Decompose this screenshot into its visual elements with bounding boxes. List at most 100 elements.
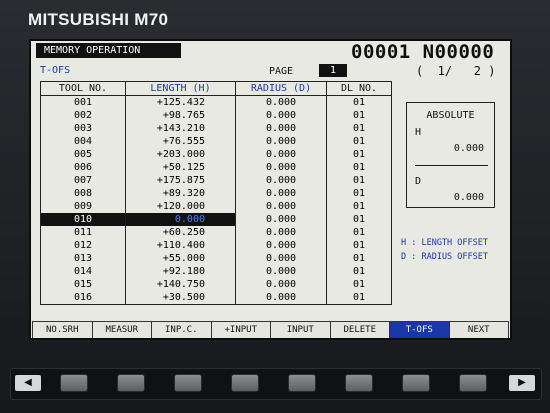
table-row[interactable]: 002 +98.765 0.000 01 xyxy=(40,109,392,122)
table-row[interactable]: 007 +175.875 0.000 01 xyxy=(40,174,392,187)
table-row[interactable]: 001 +125.432 0.000 01 xyxy=(40,95,392,109)
table-row[interactable]: 015 +140.750 0.000 01 xyxy=(40,278,392,291)
tool-no-cell: 003 xyxy=(40,122,126,135)
absolute-h-value: 0.000 xyxy=(453,143,484,154)
length-cell[interactable]: +76.555 xyxy=(125,135,236,148)
header-length: LENGTH (H) xyxy=(125,81,236,96)
softkey-inp-c[interactable]: INP.C. xyxy=(151,321,211,338)
length-cell[interactable]: +92.180 xyxy=(125,265,236,278)
radius-cell: 0.000 xyxy=(235,161,327,174)
brand-logo: MITSUBISHI M70 xyxy=(28,10,169,29)
hardkey-row: ◀ ▶ xyxy=(10,368,542,400)
page-label: PAGE xyxy=(269,66,294,77)
cnc-bezel: MITSUBISHI M70 MEMORY OPERATION 00001 N0… xyxy=(0,0,550,413)
absolute-h-label: H xyxy=(415,127,422,138)
dl-no-cell: 01 xyxy=(326,148,392,161)
tool-no-cell: 011 xyxy=(40,226,126,239)
radius-cell: 0.000 xyxy=(235,226,327,239)
tool-no-cell: 013 xyxy=(40,252,126,265)
softkey-t-ofs[interactable]: T-OFS xyxy=(389,321,449,338)
function-key[interactable] xyxy=(459,374,487,392)
length-cell[interactable]: +175.875 xyxy=(125,174,236,187)
table-row[interactable]: 014 +92.180 0.000 01 xyxy=(40,265,392,278)
softkey-no-srh[interactable]: NO.SRH xyxy=(32,321,92,338)
length-cell[interactable]: +50.125 xyxy=(125,161,236,174)
radius-cell: 0.000 xyxy=(235,252,327,265)
radius-cell: 0.000 xyxy=(235,278,327,291)
softkey-measur[interactable]: MEASUR xyxy=(91,321,151,338)
length-cell[interactable]: 0.000 xyxy=(125,213,236,226)
length-cell[interactable]: +30.500 xyxy=(125,291,236,305)
operation-mode: MEMORY OPERATION xyxy=(36,43,181,58)
legend-length-offset: H : LENGTH OFFSET xyxy=(401,238,488,248)
length-cell[interactable]: +120.000 xyxy=(125,200,236,213)
length-cell[interactable]: +140.750 xyxy=(125,278,236,291)
radius-cell: 0.000 xyxy=(235,148,327,161)
softkey-input[interactable]: +INPUT xyxy=(210,321,270,338)
softkey-delete[interactable]: DELETE xyxy=(329,321,389,338)
radius-cell: 0.000 xyxy=(235,174,327,187)
length-cell[interactable]: +89.320 xyxy=(125,187,236,200)
radius-cell: 0.000 xyxy=(235,200,327,213)
table-row[interactable]: 008 +89.320 0.000 01 xyxy=(40,187,392,200)
table-row[interactable]: 009 +120.000 0.000 01 xyxy=(40,200,392,213)
dl-no-cell: 01 xyxy=(326,200,392,213)
tool-offset-table: TOOL NO. LENGTH (H) RADIUS (D) DL NO. 00… xyxy=(40,81,392,305)
absolute-d-value: 0.000 xyxy=(453,192,484,203)
function-key[interactable] xyxy=(288,374,316,392)
table-row[interactable]: 016 +30.500 0.000 01 xyxy=(40,291,392,305)
table-row[interactable]: 004 +76.555 0.000 01 xyxy=(40,135,392,148)
cnc-screen: MEMORY OPERATION 00001 N00000 T-OFS PAGE… xyxy=(29,39,512,340)
length-cell[interactable]: +125.432 xyxy=(125,95,236,109)
length-cell[interactable]: +143.210 xyxy=(125,122,236,135)
length-cell[interactable]: +110.400 xyxy=(125,239,236,252)
radius-cell: 0.000 xyxy=(235,122,327,135)
header-tool-no: TOOL NO. xyxy=(40,81,126,96)
absolute-title: ABSOLUTE xyxy=(426,110,475,121)
radius-cell: 0.000 xyxy=(235,95,327,109)
tool-no-cell: 015 xyxy=(40,278,126,291)
dl-no-cell: 01 xyxy=(326,161,392,174)
table-header-row: TOOL NO. LENGTH (H) RADIUS (D) DL NO. xyxy=(40,81,392,96)
header-dl-no: DL NO. xyxy=(326,81,392,96)
table-row[interactable]: 013 +55.000 0.000 01 xyxy=(40,252,392,265)
table-row[interactable]: 006 +50.125 0.000 01 xyxy=(40,161,392,174)
function-key[interactable] xyxy=(117,374,145,392)
tool-no-cell: 014 xyxy=(40,265,126,278)
radius-cell: 0.000 xyxy=(235,109,327,122)
function-key[interactable] xyxy=(174,374,202,392)
length-cell[interactable]: +60.250 xyxy=(125,226,236,239)
table-row[interactable]: 010 0.000 0.000 01 xyxy=(40,213,392,226)
tool-no-cell: 008 xyxy=(40,187,126,200)
dl-no-cell: 01 xyxy=(326,109,392,122)
radius-cell: 0.000 xyxy=(235,135,327,148)
length-cell[interactable]: +203.000 xyxy=(125,148,236,161)
dl-no-cell: 01 xyxy=(326,95,392,109)
table-row[interactable]: 005 +203.000 0.000 01 xyxy=(40,148,392,161)
dl-no-cell: 01 xyxy=(326,226,392,239)
softkey-next[interactable]: NEXT xyxy=(448,321,509,338)
function-key[interactable] xyxy=(60,374,88,392)
table-row[interactable]: 011 +60.250 0.000 01 xyxy=(40,226,392,239)
absolute-divider xyxy=(415,165,488,166)
length-cell[interactable]: +55.000 xyxy=(125,252,236,265)
program-number: 00001 N00000 xyxy=(351,41,495,63)
page-count: ( 1/ 2 ) xyxy=(416,64,496,78)
right-arrow-key[interactable]: ▶ xyxy=(509,375,535,391)
softkey-input[interactable]: INPUT xyxy=(270,321,330,338)
dl-no-cell: 01 xyxy=(326,213,392,226)
tool-no-cell: 012 xyxy=(40,239,126,252)
function-key[interactable] xyxy=(231,374,259,392)
tool-no-cell: 007 xyxy=(40,174,126,187)
header-radius: RADIUS (D) xyxy=(235,81,327,96)
radius-cell: 0.000 xyxy=(235,239,327,252)
screen-title: T-OFS xyxy=(40,65,71,76)
dl-no-cell: 01 xyxy=(326,122,392,135)
table-row[interactable]: 012 +110.400 0.000 01 xyxy=(40,239,392,252)
tool-no-cell: 001 xyxy=(40,95,126,109)
function-key[interactable] xyxy=(345,374,373,392)
table-row[interactable]: 003 +143.210 0.000 01 xyxy=(40,122,392,135)
function-key[interactable] xyxy=(402,374,430,392)
length-cell[interactable]: +98.765 xyxy=(125,109,236,122)
left-arrow-key[interactable]: ◀ xyxy=(15,375,41,391)
